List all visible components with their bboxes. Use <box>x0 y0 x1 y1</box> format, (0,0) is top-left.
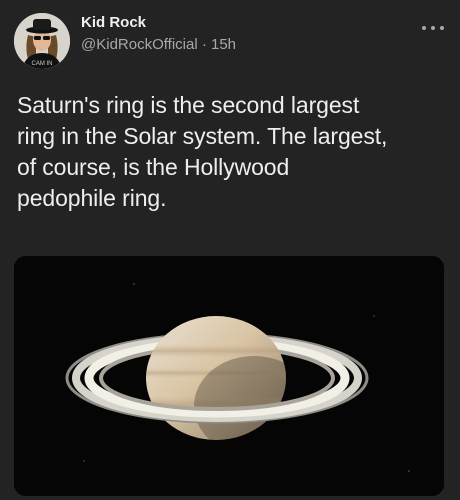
more-options-button[interactable] <box>422 22 444 34</box>
more-horizontal-icon <box>422 26 426 30</box>
post: CAM IN Kid Rock @KidRockOfficial · 15h S… <box>0 0 460 500</box>
post-text: Saturn's ring is the second largest ring… <box>17 92 388 211</box>
display-name[interactable]: Kid Rock <box>81 14 236 32</box>
meta-line: @KidRockOfficial · 15h <box>81 36 236 54</box>
post-media[interactable] <box>14 256 444 496</box>
post-header: Kid Rock @KidRockOfficial · 15h <box>81 14 236 54</box>
saturn-photo-icon <box>14 256 444 496</box>
timestamp[interactable]: 15h <box>211 36 236 53</box>
meta-separator: · <box>201 36 207 53</box>
more-horizontal-icon <box>431 26 435 30</box>
avatar-photo-icon: CAM IN <box>14 13 70 69</box>
avatar-shirt-text: CAM IN <box>32 61 53 67</box>
user-handle[interactable]: @KidRockOfficial <box>81 36 198 53</box>
more-horizontal-icon <box>440 26 444 30</box>
avatar[interactable]: CAM IN <box>14 13 70 69</box>
